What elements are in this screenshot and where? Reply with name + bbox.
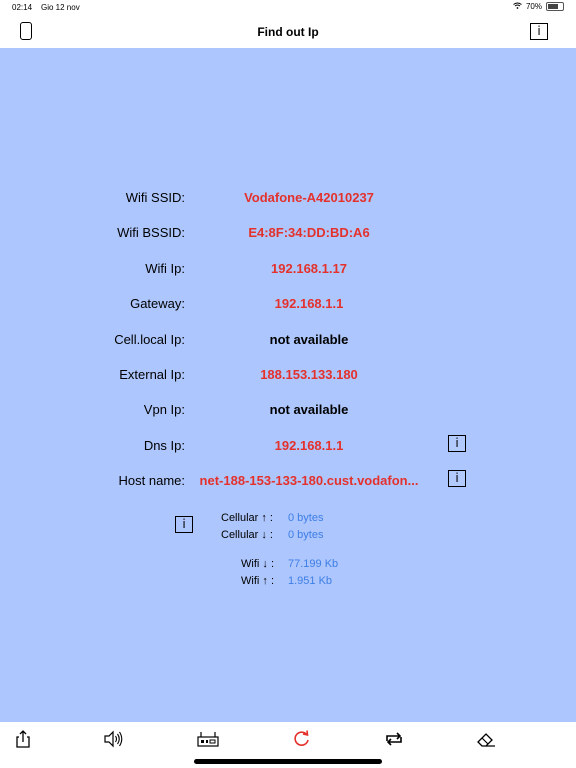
cell-local-ip-value: not available (269, 332, 349, 347)
wifi-bssid-value: E4:8F:34:DD:BD:A6 (248, 225, 370, 240)
dns-ip-label: Dns Ip: (143, 438, 185, 453)
wifi-down-value: 77.199 Kb (288, 558, 339, 570)
vpn-ip-value: not available (269, 402, 349, 417)
speaker-icon[interactable] (102, 730, 124, 748)
host-name-label: Host name: (118, 473, 185, 488)
wifi-ssid-label: Wifi SSID: (125, 190, 185, 205)
wifi-ip-value: 192.168.1.17 (271, 261, 347, 276)
status-time: 02:14 (12, 3, 33, 12)
share-icon[interactable] (12, 730, 34, 748)
battery-percent: 70% (525, 2, 542, 11)
cellular-down-line: Cellular ↓ : 0 bytes (221, 529, 323, 541)
row-dns-ip: Dns Ip: 192.168.1.1 i (0, 435, 576, 455)
wifi-down-label: Wifi ↓ : (241, 558, 274, 570)
cellular-down-value: 0 bytes (288, 529, 324, 541)
status-right: 70% (513, 2, 564, 11)
traffic-info-button[interactable]: i (175, 516, 193, 533)
battery-icon (546, 2, 564, 11)
row-wifi-bssid: Wifi BSSID: E4:8F:34:DD:BD:A6 (0, 222, 576, 242)
repeat-icon[interactable] (383, 730, 405, 748)
host-info-button[interactable]: i (448, 470, 466, 487)
wifi-up-label: Wifi ↑ : (241, 575, 274, 587)
status-bar: 02:14 Gio 12 nov 70% (0, 0, 576, 16)
wifi-down-line: Wifi ↓ : 77.199 Kb (241, 558, 338, 570)
dns-ip-value: 192.168.1.1 (274, 438, 344, 453)
external-ip-label: External Ip: (119, 367, 185, 382)
external-ip-value: 188.153.133.180 (260, 367, 358, 382)
row-gateway: Gateway: 192.168.1.1 (0, 293, 576, 313)
cellular-up-line: Cellular ↑ : 0 bytes (221, 512, 323, 524)
row-vpn-ip: Vpn Ip: not available (0, 399, 576, 419)
cellular-up-label: Cellular ↑ : (221, 512, 273, 524)
refresh-icon[interactable] (291, 730, 313, 748)
row-wifi-ip: Wifi Ip: 192.168.1.17 (0, 258, 576, 278)
wifi-up-value: 1.951 Kb (288, 575, 333, 587)
gateway-value: 192.168.1.1 (274, 296, 344, 311)
row-cell-local-ip: Cell.local Ip: not available (0, 329, 576, 349)
nav-bar: Find out Ip i (0, 16, 576, 48)
vpn-ip-label: Vpn Ip: (143, 402, 185, 417)
status-date: Gio 12 nov (41, 3, 80, 12)
row-host-name: Host name: net-188-153-133-180.cust.voda… (0, 470, 576, 490)
info-button[interactable]: i (530, 23, 548, 40)
home-indicator (194, 759, 382, 764)
page-title: Find out Ip (257, 25, 319, 39)
wifi-ssid-value: Vodafone-A42010237 (244, 190, 374, 205)
dns-info-button[interactable]: i (448, 435, 466, 452)
router-icon[interactable] (197, 730, 219, 748)
wifi-ip-label: Wifi Ip: (145, 261, 185, 276)
wifi-bssid-label: Wifi BSSID: (117, 225, 185, 240)
cell-local-ip-label: Cell.local Ip: (114, 332, 185, 347)
eraser-icon[interactable] (475, 730, 497, 748)
host-name-value: net-188-153-133-180.cust.vodafon... (199, 473, 419, 488)
cellular-up-value: 0 bytes (288, 512, 324, 524)
row-wifi-ssid: Wifi SSID: Vodafone-A42010237 (0, 187, 576, 207)
gateway-label: Gateway: (130, 296, 185, 311)
cellular-down-label: Cellular ↓ : (221, 529, 273, 541)
row-external-ip: External Ip: 188.153.133.180 (0, 364, 576, 384)
wifi-icon (513, 2, 522, 11)
wifi-up-line: Wifi ↑ : 1.951 Kb (241, 575, 332, 587)
